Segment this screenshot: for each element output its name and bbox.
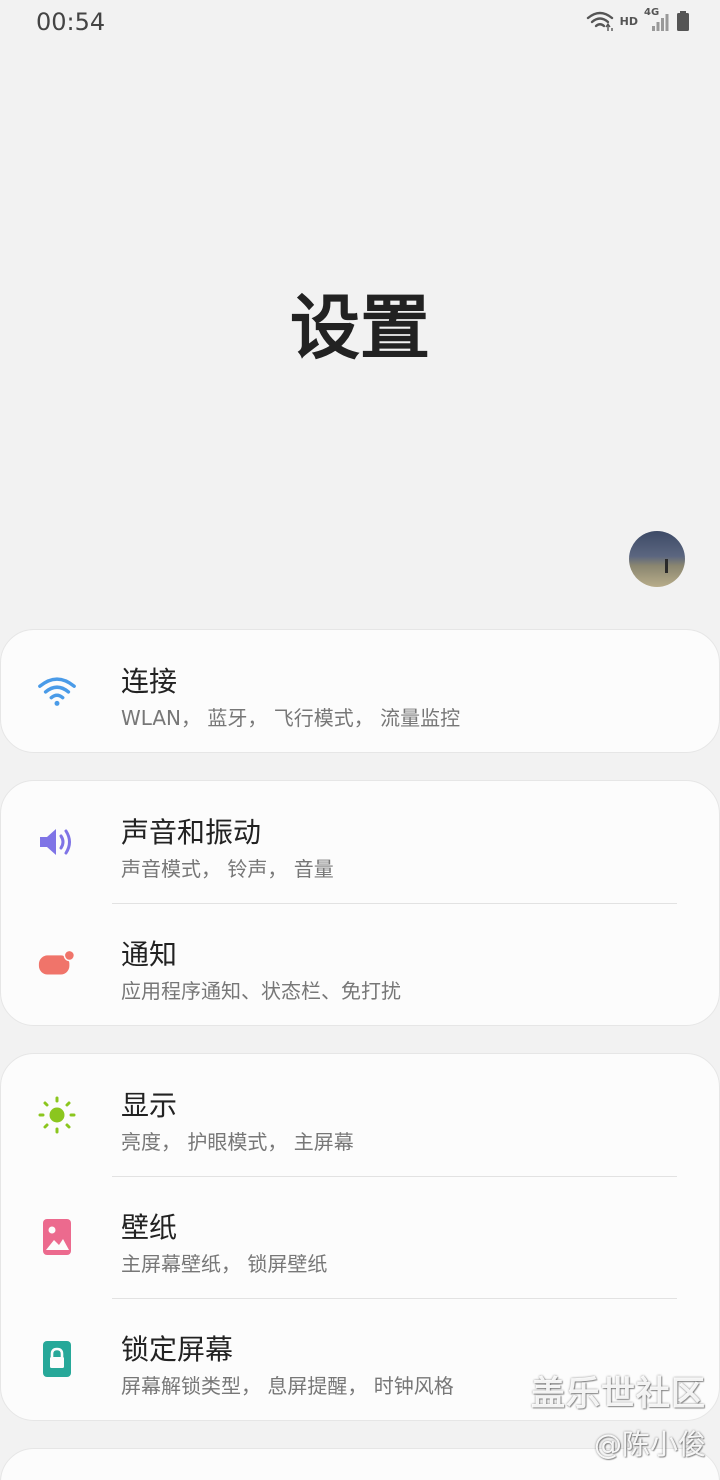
card-next: [0, 1448, 720, 1480]
item-subtitle: 主屏幕壁纸， 锁屏壁纸: [121, 1252, 328, 1276]
hd-icon: HD: [619, 14, 638, 28]
item-title: 声音和振动: [121, 816, 262, 849]
status-time: 00:54: [36, 8, 106, 36]
card-sound-notifications: 声音和振动 声音模式， 铃声， 音量 通知 应用程序通知、状态栏、免打扰: [0, 780, 720, 1026]
item-title: 锁定屏幕: [121, 1333, 234, 1366]
item-subtitle: 应用程序通知、状态栏、免打扰: [121, 979, 401, 1003]
settings-item-lock-screen[interactable]: 锁定屏幕 屏幕解锁类型， 息屏提醒， 时钟风格: [1, 1298, 719, 1420]
item-title: 显示: [121, 1089, 178, 1122]
battery-icon: [676, 10, 690, 32]
item-title: 通知: [121, 938, 178, 971]
settings-item-connections[interactable]: 连接 WLAN， 蓝牙， 飞行模式， 流量监控: [1, 630, 719, 752]
wallpaper-icon: [37, 1217, 77, 1257]
card-display: 显示 亮度， 护眼模式， 主屏幕 壁纸 主屏幕壁纸， 锁屏壁纸 锁定屏幕 屏幕解…: [0, 1053, 720, 1421]
settings-item-display[interactable]: 显示 亮度， 护眼模式， 主屏幕: [1, 1054, 719, 1176]
status-icons: HD 4G: [586, 7, 690, 33]
notification-icon: [37, 944, 77, 984]
lock-icon: [37, 1339, 77, 1379]
page-title: 设置: [290, 287, 430, 369]
wifi-icon: [37, 671, 77, 711]
signal-4g-icon: 4G: [644, 7, 670, 32]
profile-avatar[interactable]: [629, 531, 685, 587]
card-connections: 连接 WLAN， 蓝牙， 飞行模式， 流量监控: [0, 629, 720, 753]
item-subtitle: 屏幕解锁类型， 息屏提醒， 时钟风格: [121, 1374, 454, 1398]
status-bar: 00:54 HD 4G: [0, 0, 720, 44]
item-subtitle: WLAN， 蓝牙， 飞行模式， 流量监控: [121, 706, 461, 730]
item-title: 连接: [121, 665, 178, 698]
wifi-icon: [586, 10, 614, 32]
item-subtitle: 声音模式， 铃声， 音量: [121, 857, 334, 881]
volume-icon: [37, 822, 77, 862]
settings-item-sound-vibration[interactable]: 声音和振动 声音模式， 铃声， 音量: [1, 781, 719, 903]
item-title: 壁纸: [121, 1211, 178, 1244]
settings-item-wallpaper[interactable]: 壁纸 主屏幕壁纸， 锁屏壁纸: [1, 1176, 719, 1298]
settings-item-notifications[interactable]: 通知 应用程序通知、状态栏、免打扰: [1, 903, 719, 1025]
item-subtitle: 亮度， 护眼模式， 主屏幕: [121, 1130, 354, 1154]
settings-screen: 00:54 HD 4G 设置 连接 WLAN， 蓝牙， 飞行模式， 流量监控 声…: [0, 0, 720, 1480]
brightness-icon: [37, 1095, 77, 1135]
